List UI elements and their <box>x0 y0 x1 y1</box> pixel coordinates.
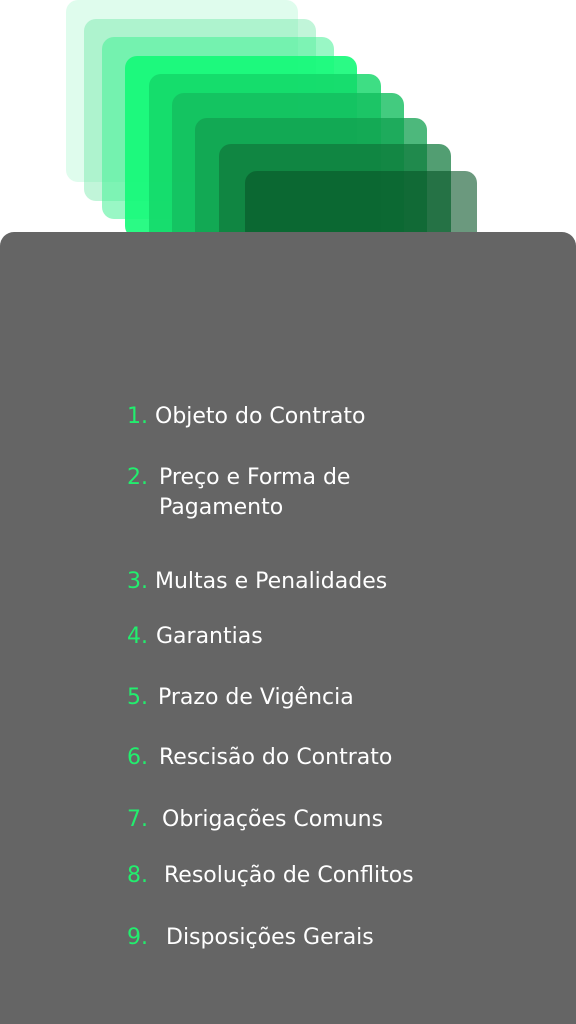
topics-panel <box>0 232 576 1024</box>
item-number: 4. <box>127 624 148 649</box>
item-label: Multas e Penalidades <box>155 569 388 594</box>
item-label: Garantias <box>156 624 263 649</box>
list-item: 4. Garantias <box>127 622 263 652</box>
list-item: 1. Objeto do Contrato <box>127 402 365 432</box>
item-label: Disposições Gerais <box>166 925 374 950</box>
item-label: Resolução de Conflitos <box>164 863 414 888</box>
item-number: 7. <box>127 807 148 832</box>
list-item: 5. Prazo de Vigência <box>127 683 354 713</box>
list-item: 6. Rescisão do Contrato <box>127 743 392 773</box>
item-label: Prazo de Vigência <box>158 685 354 710</box>
item-number: 8. <box>127 863 148 888</box>
item-label: Obrigações Comuns <box>162 807 384 832</box>
item-number: 1. <box>127 404 148 429</box>
item-number: 6. <box>127 745 148 770</box>
item-label: Rescisão do Contrato <box>159 745 393 770</box>
list-item: 3. Multas e Penalidades <box>127 567 387 597</box>
item-number: 2. <box>127 465 148 490</box>
item-number: 5. <box>127 685 148 710</box>
list-item: 9. Disposições Gerais <box>127 923 374 953</box>
list-item: 2. Preço e Forma de Pagamento <box>127 463 389 523</box>
item-number: 3. <box>127 569 148 594</box>
item-label: Preço e Forma de Pagamento <box>159 465 351 520</box>
item-label: Objeto do Contrato <box>155 404 366 429</box>
list-item: 7. Obrigações Comuns <box>127 805 383 835</box>
item-number: 9. <box>127 925 148 950</box>
list-item: 8. Resolução de Conflitos <box>127 861 414 891</box>
